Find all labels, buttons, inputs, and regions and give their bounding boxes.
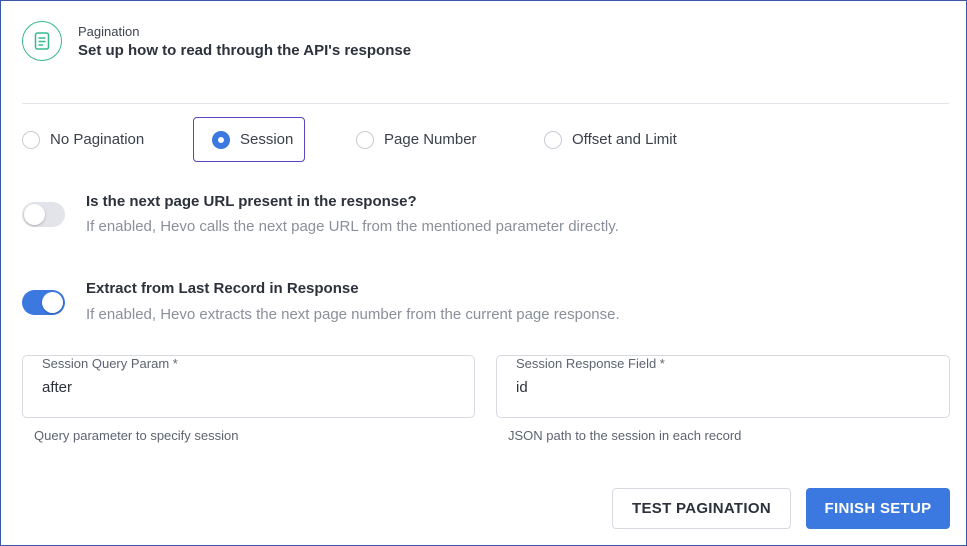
radio-label: Session: [240, 131, 294, 148]
session-query-param-hint: Query parameter to specify session: [34, 428, 239, 443]
radio-label: Page Number: [384, 131, 477, 148]
next-page-url-title: Is the next page URL present in the resp…: [86, 193, 417, 210]
radio-offset-limit[interactable]: Offset and Limit: [544, 117, 677, 162]
radio-circle-icon: [22, 130, 40, 149]
session-response-field-hint: JSON path to the session in each record: [508, 428, 742, 443]
radio-no-pagination[interactable]: No Pagination: [22, 117, 144, 162]
extract-last-record-toggle[interactable]: [22, 290, 65, 315]
radio-label: Offset and Limit: [572, 131, 677, 148]
finish-setup-button[interactable]: FINISH SETUP: [806, 488, 950, 529]
pagination-panel: Pagination Set up how to read through th…: [0, 0, 967, 546]
radio-page-number[interactable]: Page Number: [356, 117, 477, 162]
session-response-field-input[interactable]: [516, 376, 878, 398]
document-icon: [22, 21, 62, 61]
radio-circle-icon: [544, 130, 562, 149]
radio-session[interactable]: Session: [193, 117, 305, 162]
field-label: Session Query Param *: [42, 356, 178, 371]
next-page-url-toggle[interactable]: [22, 202, 65, 227]
next-page-url-description: If enabled, Hevo calls the next page URL…: [86, 218, 619, 235]
field-label: Session Response Field *: [516, 356, 665, 371]
divider: [22, 103, 949, 104]
extract-last-record-description: If enabled, Hevo extracts the next page …: [86, 306, 620, 323]
toggle-knob: [42, 292, 63, 313]
radio-circle-icon: [356, 130, 374, 149]
radio-selected-icon: [212, 130, 230, 149]
session-query-param-field: Session Query Param *: [22, 355, 475, 418]
section-kicker: Pagination: [78, 24, 140, 39]
radio-label: No Pagination: [50, 131, 145, 148]
extract-last-record-title: Extract from Last Record in Response: [86, 280, 359, 297]
section-title: Set up how to read through the API's res…: [78, 42, 412, 59]
session-query-param-input[interactable]: [42, 376, 403, 398]
session-response-field: Session Response Field *: [496, 355, 950, 418]
toggle-knob: [24, 204, 45, 225]
test-pagination-button[interactable]: TEST PAGINATION: [612, 488, 791, 529]
